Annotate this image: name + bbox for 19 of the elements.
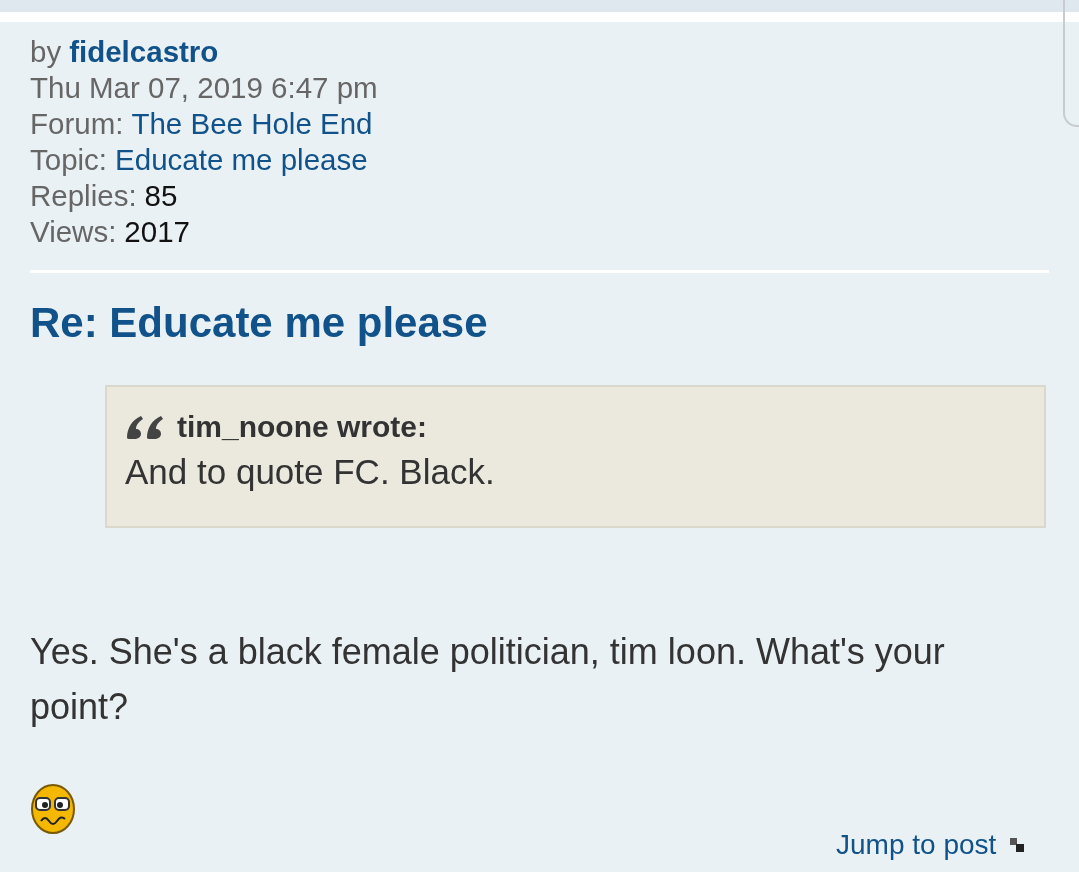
detail-label: Views: [30,214,117,250]
quote-icon [125,414,165,440]
detail-value: 2017 [124,214,190,250]
detail-label: Topic: [30,142,108,178]
post-title[interactable]: Re: Educate me please [30,295,488,351]
detail-link[interactable]: The Bee Hole End [131,106,373,142]
detail-label: Forum: [30,106,124,142]
detail-label: Replies: [30,178,137,214]
emoji-icon [30,784,76,834]
quote-author: tim_noone wrote: [177,409,427,445]
post-text: Yes. She's a black female politician, tim loon. What's your point? [30,630,946,729]
quote-text: And to quote FC. Black. [125,451,496,493]
author-label: by [30,34,62,70]
author-link[interactable]: fidelcastro [69,34,219,70]
arrow-icon [1010,838,1025,852]
detail-value: 85 [144,178,178,214]
jump-to-post-link[interactable]: Jump to post [836,828,997,862]
post-date: Thu Mar 07, 2019 6:47 pm [30,70,378,106]
detail-link[interactable]: Educate me please [115,142,368,178]
